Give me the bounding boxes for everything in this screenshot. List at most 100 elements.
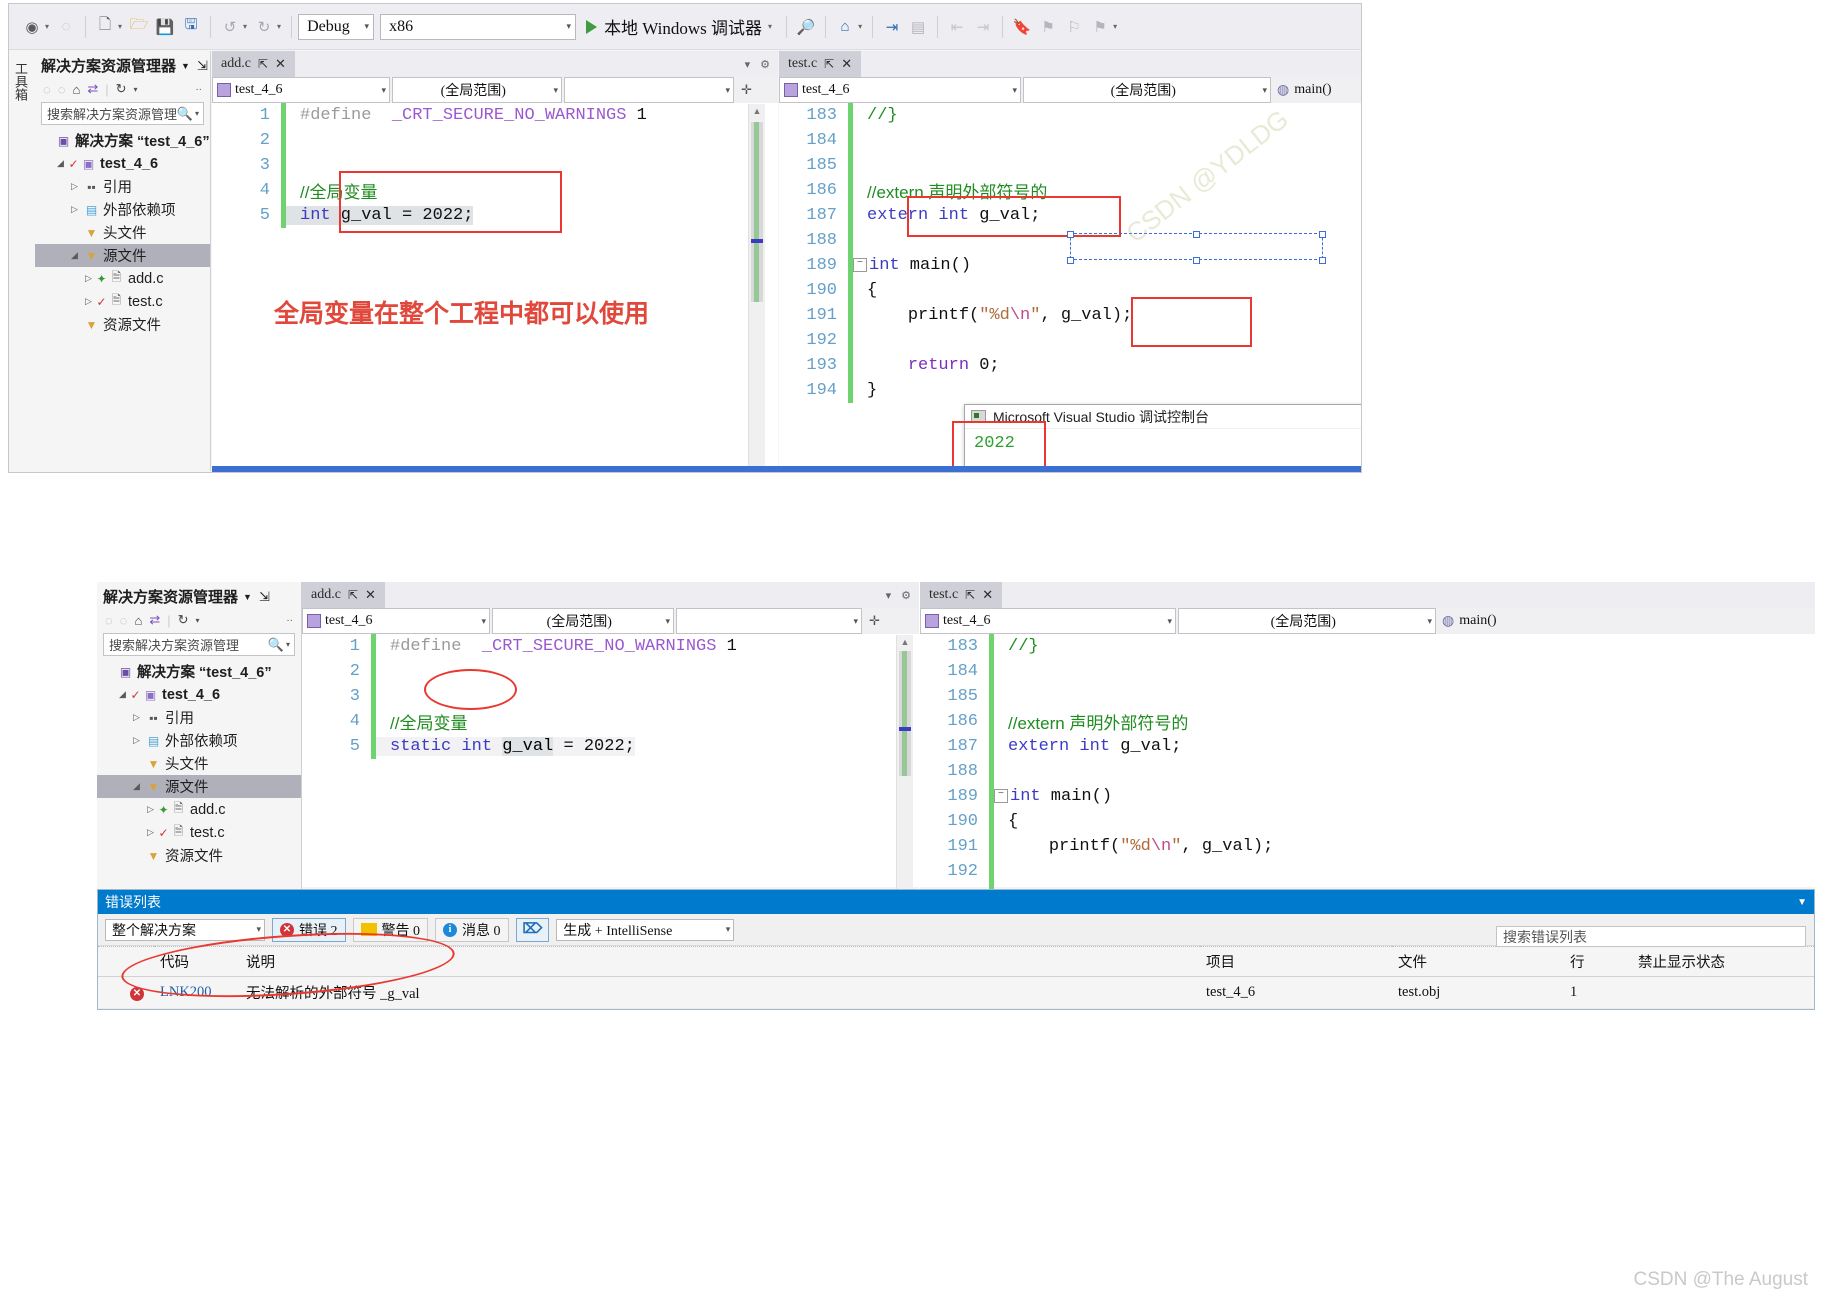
col-suppression-state[interactable]: 禁止显示状态 xyxy=(1632,946,1814,977)
open-file-icon[interactable]: 🗁 xyxy=(128,16,150,38)
chevron-down-icon[interactable]: ▾ xyxy=(1423,616,1432,627)
undo-caret-icon[interactable]: ▾ xyxy=(243,22,247,31)
col-description[interactable]: 说明 xyxy=(240,946,1200,977)
pin-icon[interactable]: ⇱ xyxy=(965,588,975,603)
tree-item-8[interactable]: ▼ 资源文件 xyxy=(97,844,301,867)
split-view-icon[interactable]: ✛ xyxy=(864,608,885,634)
chevron-down-icon[interactable]: ▾ xyxy=(549,85,558,96)
gear-icon[interactable]: ⚙ xyxy=(901,589,911,602)
tree-item-1[interactable]: ◢ ✓ ▣ test_4_6 xyxy=(35,152,210,175)
scroll-up-arrow-icon[interactable]: ▲ xyxy=(749,106,765,116)
code-area-add-c[interactable]: 1 #define _CRT_SECURE_NO_WARNINGS 1 2 3 … xyxy=(302,634,919,887)
expander-icon[interactable]: ▷ xyxy=(67,204,82,215)
tree-item-4[interactable]: ▼ 头文件 xyxy=(97,752,301,775)
table-row[interactable]: ✕ LNK200 无法解析的外部符号 _g_val test_4_6 test.… xyxy=(98,976,1814,1009)
close-icon[interactable]: ✕ xyxy=(275,56,286,72)
sync-with-active-document-icon[interactable]: ⇄ xyxy=(87,81,98,97)
home-icon[interactable]: ⌂ xyxy=(834,16,856,38)
tree-item-7[interactable]: ▷ ✓ 🗎 test.c xyxy=(97,821,301,844)
tree-item-6[interactable]: ▷ ✦ 🗎 add.c xyxy=(35,267,210,290)
navbar-project-combo[interactable]: test_4_6 ▾ xyxy=(920,608,1176,634)
chevron-down-icon[interactable]: ▾ xyxy=(477,616,486,627)
warnings-toggle-button[interactable]: 警告 0 xyxy=(352,917,428,942)
pin-icon[interactable]: ⇲ xyxy=(197,58,208,74)
start-debugging-button[interactable]: 本地 Windows 调试器 ▾ xyxy=(586,14,776,39)
navbar-project-combo[interactable]: test_4_6 ▾ xyxy=(779,77,1021,103)
save-icon[interactable]: 💾 xyxy=(154,16,176,38)
tab-add-c[interactable]: add.c ⇱ ✕ xyxy=(302,582,385,608)
tree-item-7[interactable]: ▷ ✓ 🗎 test.c xyxy=(35,290,210,313)
row-code[interactable]: LNK11 xyxy=(154,1008,240,1010)
selection-handle[interactable] xyxy=(1319,257,1326,264)
chevron-down-icon[interactable]: ▾ xyxy=(745,58,751,71)
tree-item-8[interactable]: ▼ 资源文件 xyxy=(35,313,210,336)
tree-item-0[interactable]: ▣ 解决方案 “test_4_6” xyxy=(97,660,301,683)
chevron-down-icon[interactable]: ▼ xyxy=(1797,897,1807,908)
search-icon[interactable]: 🔍 xyxy=(268,637,284,653)
save-all-icon[interactable]: 🖫 xyxy=(180,16,202,38)
navbar-member-combo[interactable]: ▾ xyxy=(564,77,734,103)
expander-icon[interactable]: ▷ xyxy=(129,735,144,746)
navbar-project-combo[interactable]: test_4_6 ▾ xyxy=(212,77,390,103)
navbar-member-combo[interactable]: ▾ xyxy=(676,608,862,634)
tree-item-3[interactable]: ▷ ▤ 外部依赖项 xyxy=(35,198,210,221)
chevron-down-icon[interactable]: ▾ xyxy=(561,21,572,32)
find-in-files-icon[interactable]: 🔎 xyxy=(795,16,817,38)
navbar-scope-combo[interactable]: (全局范围) ▾ xyxy=(1023,77,1271,103)
navbar-member-combo[interactable]: ◍ main() xyxy=(1438,608,1558,634)
redo-caret-icon[interactable]: ▾ xyxy=(277,22,281,31)
tree-item-2[interactable]: ▷ ▪▪ 引用 xyxy=(35,175,210,198)
pin-icon[interactable]: ⇱ xyxy=(348,588,358,603)
navbar-scope-combo[interactable]: (全局范围) ▾ xyxy=(1178,608,1436,634)
chevron-down-icon[interactable]: ▼ xyxy=(181,61,190,71)
expander-icon[interactable]: ▷ xyxy=(81,296,96,307)
col-project[interactable]: 项目 xyxy=(1200,946,1392,977)
new-item-icon[interactable]: 🗋 xyxy=(94,16,116,38)
navbar-member-combo[interactable]: ◍ main() xyxy=(1273,77,1359,103)
back-icon[interactable]: ◌ xyxy=(105,613,113,628)
chevron-down-icon[interactable]: ▾ xyxy=(721,924,731,935)
chevron-down-icon[interactable]: ▾ xyxy=(359,21,370,32)
sync-with-active-document-icon[interactable]: ⇄ xyxy=(149,612,160,628)
toolbox-vertical-tab[interactable]: 工具箱 xyxy=(11,62,30,101)
search-icon[interactable]: 🔍 xyxy=(177,106,193,122)
tab-test-c[interactable]: test.c ⇱ ✕ xyxy=(920,582,1003,608)
navbar-scope-combo[interactable]: (全局范围) ▾ xyxy=(392,77,562,103)
scrollbar-thumb[interactable] xyxy=(899,651,911,776)
forward-icon[interactable]: ◌ xyxy=(58,82,66,97)
editor-vertical-scrollbar[interactable]: ▲ xyxy=(896,635,913,889)
tree-item-4[interactable]: ▼ 头文件 xyxy=(35,221,210,244)
close-icon[interactable]: ✕ xyxy=(841,56,852,72)
messages-toggle-button[interactable]: i 消息 0 xyxy=(435,917,509,942)
expander-icon[interactable]: ▷ xyxy=(81,273,96,284)
tree-item-5[interactable]: ◢ ▼ 源文件 xyxy=(35,244,210,267)
outdent-icon[interactable]: ⇥ xyxy=(972,16,994,38)
tab-add-c[interactable]: add.c ⇱ ✕ xyxy=(212,51,295,77)
chevron-down-icon[interactable]: ▾ xyxy=(768,22,772,31)
expander-icon[interactable]: ◢ xyxy=(115,689,130,700)
chevron-down-icon[interactable]: ▾ xyxy=(251,924,261,935)
navigate-back-caret-icon[interactable]: ▾ xyxy=(45,22,49,31)
expander-icon[interactable]: ▷ xyxy=(143,827,158,838)
tree-item-5[interactable]: ◢ ▼ 源文件 xyxy=(97,775,301,798)
close-icon[interactable]: ✕ xyxy=(982,587,993,603)
selection-handle[interactable] xyxy=(1319,231,1326,238)
chevron-down-icon[interactable]: ▾ xyxy=(1113,22,1117,31)
split-view-icon[interactable]: ✛ xyxy=(736,77,757,103)
expander-icon[interactable]: ◢ xyxy=(129,781,144,792)
selection-handle[interactable] xyxy=(1193,257,1200,264)
editor-vertical-scrollbar[interactable]: ▲ xyxy=(748,104,765,471)
new-item-caret-icon[interactable]: ▾ xyxy=(118,22,122,31)
chevron-down-icon[interactable]: ▾ xyxy=(849,616,858,627)
redo-icon[interactable]: ↻ xyxy=(253,16,275,38)
tree-item-2[interactable]: ▷ ▪▪ 引用 xyxy=(97,706,301,729)
selection-handle[interactable] xyxy=(1193,231,1200,238)
tree-item-6[interactable]: ▷ ✦ 🗎 add.c xyxy=(97,798,301,821)
refresh-icon[interactable]: ↻ xyxy=(178,612,189,628)
chevron-down-icon[interactable]: ▾ xyxy=(1008,85,1017,96)
col-icon[interactable] xyxy=(98,946,154,977)
scroll-up-arrow-icon[interactable]: ▲ xyxy=(897,637,913,647)
pin-icon[interactable]: ⇱ xyxy=(824,57,834,72)
next-bookmark-icon[interactable]: ⚑ xyxy=(1037,16,1059,38)
build-filter-combo[interactable]: 生成 + IntelliSense ▾ xyxy=(556,918,735,941)
